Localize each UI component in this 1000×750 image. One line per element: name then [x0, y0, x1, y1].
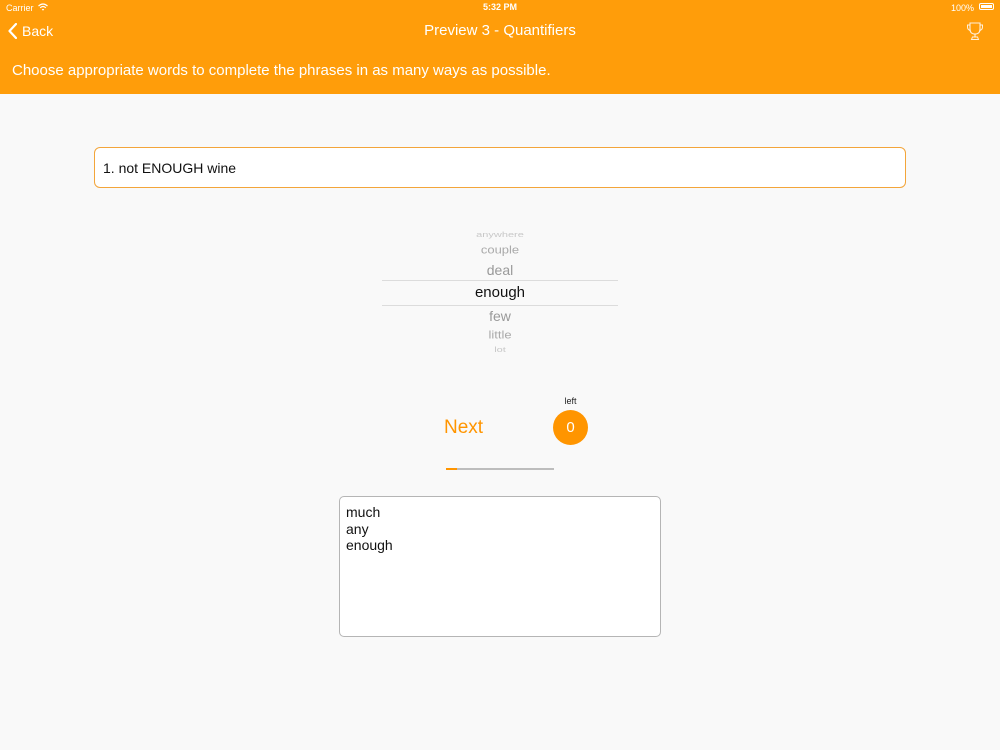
instruction-text: Choose appropriate words to complete the…	[12, 62, 551, 79]
picker-selection-line-bottom	[382, 305, 618, 306]
picker-item-anywhere[interactable]: anywhere	[382, 231, 618, 238]
picker-item-few[interactable]: few	[382, 307, 618, 325]
battery-icon	[979, 3, 994, 10]
question-text: 1. not ENOUGH wine	[103, 160, 237, 176]
picker-item-lot[interactable]: lot	[382, 346, 618, 353]
picker-selection-line-top	[382, 280, 618, 281]
answers-list: much any enough	[339, 496, 661, 637]
remaining-count-badge: 0	[553, 410, 588, 445]
word-picker[interactable]: anywhere couple deal enough few little l…	[382, 228, 618, 358]
picker-item-little[interactable]: little	[382, 328, 618, 342]
trophy-icon[interactable]	[966, 21, 984, 41]
question-field: 1. not ENOUGH wine	[94, 147, 906, 188]
progress-fill	[446, 468, 457, 470]
picker-item-deal[interactable]: deal	[382, 261, 618, 279]
picker-item-enough[interactable]: enough	[382, 283, 618, 303]
answer-item: enough	[346, 537, 393, 553]
battery-percent: 100%	[950, 3, 974, 13]
status-bar: Carrier 5:32 PM 100%	[0, 0, 1000, 16]
next-button[interactable]: Next	[444, 417, 483, 439]
picker-item-couple[interactable]: couple	[382, 243, 618, 257]
header-bar: Carrier 5:32 PM 100% Back Preview 3 - Qu…	[0, 0, 1000, 94]
page-title: Preview 3 - Quantifiers	[424, 22, 576, 39]
answer-item: any	[346, 520, 369, 537]
clock-time: 5:32 PM	[482, 2, 517, 12]
answer-item: much	[346, 504, 381, 520]
progress-bar	[446, 468, 554, 470]
remaining-label: left	[564, 396, 577, 406]
